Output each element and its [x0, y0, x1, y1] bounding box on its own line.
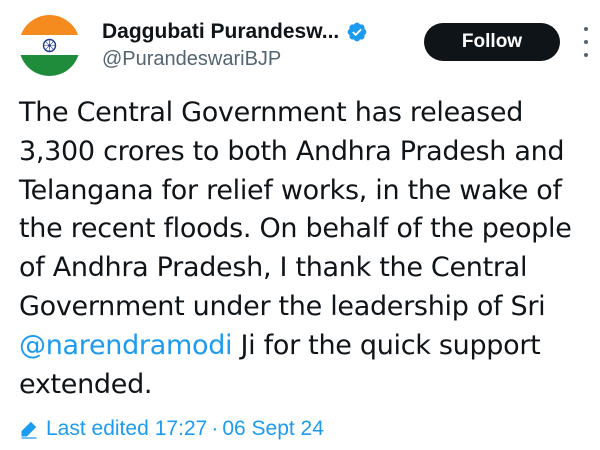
- tweet-line: of Andhra Pradesh, I thank the Central: [19, 252, 528, 284]
- more-vertical-icon[interactable]: [582, 27, 590, 57]
- tweet-line: the recent floods. On behalf of the peop…: [19, 213, 572, 245]
- tweet-line: The Central Government has released: [19, 97, 524, 128]
- author-display-name[interactable]: Daggubati Purandesw...: [102, 20, 339, 44]
- tweet-line: 3,300 crores to both Andhra Pradesh and: [19, 135, 565, 167]
- last-edited-label: Last edited: [46, 417, 149, 440]
- follow-button[interactable]: Follow: [424, 23, 560, 61]
- tweet-line: extended.: [19, 368, 153, 400]
- more-dot: [584, 40, 588, 44]
- more-dot: [584, 27, 588, 31]
- last-edited-date: 06 Sept 24: [222, 417, 324, 440]
- tweet-line: Government under the leadership of Sri: [19, 290, 546, 322]
- tweet-line: Telangana for relief works, in the wake …: [19, 174, 562, 206]
- last-edited-link[interactable]: Last edited 17:27 · 06 Sept 24: [19, 417, 324, 441]
- tweet-text: The Central Government has released 3,30…: [19, 94, 594, 404]
- tweet-line-with-mention: @narendramodi Ji for the quick support: [19, 327, 594, 366]
- tweet-line-rest: Ji for the quick support: [232, 329, 541, 361]
- verified-badge-icon: [346, 21, 368, 43]
- pencil-icon: [19, 419, 39, 439]
- separator-dot: ·: [211, 417, 219, 440]
- avatar[interactable]: [19, 15, 80, 76]
- mention-link[interactable]: @narendramodi: [19, 330, 233, 361]
- author-handle[interactable]: @PurandeswariBJP: [102, 48, 281, 71]
- last-edited-time: 17:27: [154, 417, 208, 440]
- more-dot: [584, 53, 588, 57]
- author-name-row[interactable]: Daggubati Purandesw...: [102, 18, 368, 46]
- indian-flag-avatar-icon: [19, 15, 80, 76]
